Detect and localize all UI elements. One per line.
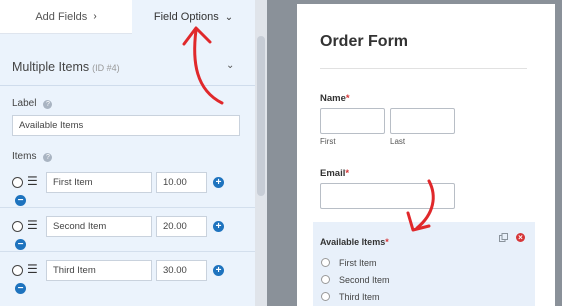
choice-label-input[interactable] <box>46 260 152 281</box>
copy-icon[interactable] <box>499 233 508 242</box>
items-heading: Items? <box>12 151 53 162</box>
choice-row: ☰ + − <box>0 256 255 296</box>
default-radio[interactable] <box>12 177 23 188</box>
field-id: (ID #4) <box>92 63 120 73</box>
choice-label-input[interactable] <box>46 172 152 193</box>
selected-field-highlight[interactable]: Available Items* × First Item Second Ite… <box>313 222 535 306</box>
choice-row: ☰ + − <box>0 212 255 252</box>
radio-circle[interactable] <box>321 258 330 267</box>
panel-scrollbar-thumb[interactable] <box>257 36 265 196</box>
panel-tabs: Add Fields › Field Options ⌄ <box>0 0 255 34</box>
choice-option-label: First Item <box>339 258 377 268</box>
form-preview: Order Form Name* First Last Email* Avail… <box>297 4 555 306</box>
required-asterisk: * <box>345 168 350 179</box>
tab-field-options-label: Field Options <box>153 11 219 23</box>
radio-circle[interactable] <box>321 292 330 301</box>
close-circle-icon[interactable]: × <box>516 233 525 242</box>
default-radio[interactable] <box>12 265 23 276</box>
email-field-label: Email* <box>320 168 349 179</box>
question-circle-icon[interactable]: ? <box>43 100 53 109</box>
section-title-text: Multiple Items <box>12 60 90 74</box>
chevron-down-icon[interactable]: ⌄ <box>226 60 234 71</box>
minus-circle-icon[interactable]: − <box>15 239 26 250</box>
choice-row: ☰ + − <box>0 168 255 208</box>
drag-handle-icon[interactable]: ☰ <box>27 263 38 275</box>
label-heading-text: Label <box>12 98 37 109</box>
plus-circle-icon[interactable]: + <box>213 177 224 188</box>
drag-handle-icon[interactable]: ☰ <box>27 175 38 187</box>
minus-circle-icon[interactable]: − <box>15 195 26 206</box>
items-field-label: Available Items* <box>320 237 389 247</box>
tab-add-fields[interactable]: Add Fields › <box>0 0 132 34</box>
drag-handle-icon[interactable]: ☰ <box>27 219 38 231</box>
radio-circle[interactable] <box>321 275 330 284</box>
choice-option[interactable]: Third Item <box>321 292 380 302</box>
chevron-right-icon: › <box>93 11 97 22</box>
chevron-down-icon: ⌄ <box>224 11 234 23</box>
email-label-text: Email <box>320 168 346 179</box>
required-asterisk: * <box>385 237 389 247</box>
question-circle-icon[interactable]: ? <box>43 153 53 162</box>
last-name-input[interactable] <box>390 108 455 134</box>
choice-price-input[interactable] <box>156 172 207 193</box>
default-radio[interactable] <box>12 221 23 232</box>
required-asterisk: * <box>345 93 350 104</box>
minus-circle-icon[interactable]: − <box>15 283 26 294</box>
form-title: Order Form <box>320 33 409 50</box>
tab-add-fields-label: Add Fields <box>35 10 88 23</box>
field-options-panel: Add Fields › Field Options ⌄ Multiple It… <box>0 0 255 306</box>
choice-option-label: Third Item <box>339 292 380 302</box>
name-field-label: Name* <box>320 93 350 104</box>
choice-price-input[interactable] <box>156 216 207 237</box>
email-input[interactable] <box>320 183 455 209</box>
choice-option-label: Second Item <box>339 275 390 285</box>
choice-price-input[interactable] <box>156 260 207 281</box>
choice-label-input[interactable] <box>46 216 152 237</box>
choice-option[interactable]: Second Item <box>321 275 390 285</box>
items-heading-text: Items <box>12 151 37 162</box>
choice-option[interactable]: First Item <box>321 258 377 268</box>
plus-circle-icon[interactable]: + <box>213 221 224 232</box>
first-sublabel: First <box>320 137 336 146</box>
label-heading: Label? <box>12 98 53 109</box>
section-title: Multiple Items (ID #4) <box>12 60 120 74</box>
first-name-input[interactable] <box>320 108 385 134</box>
items-label-text: Available Items <box>320 237 386 247</box>
name-label-text: Name <box>320 93 346 104</box>
tab-field-options[interactable]: Field Options ⌄ <box>132 0 255 34</box>
last-sublabel: Last <box>390 137 406 146</box>
label-input[interactable] <box>12 115 240 136</box>
title-divider <box>320 68 527 69</box>
plus-circle-icon[interactable]: + <box>213 265 224 276</box>
section-header[interactable]: Multiple Items (ID #4) ⌄ <box>0 34 255 86</box>
